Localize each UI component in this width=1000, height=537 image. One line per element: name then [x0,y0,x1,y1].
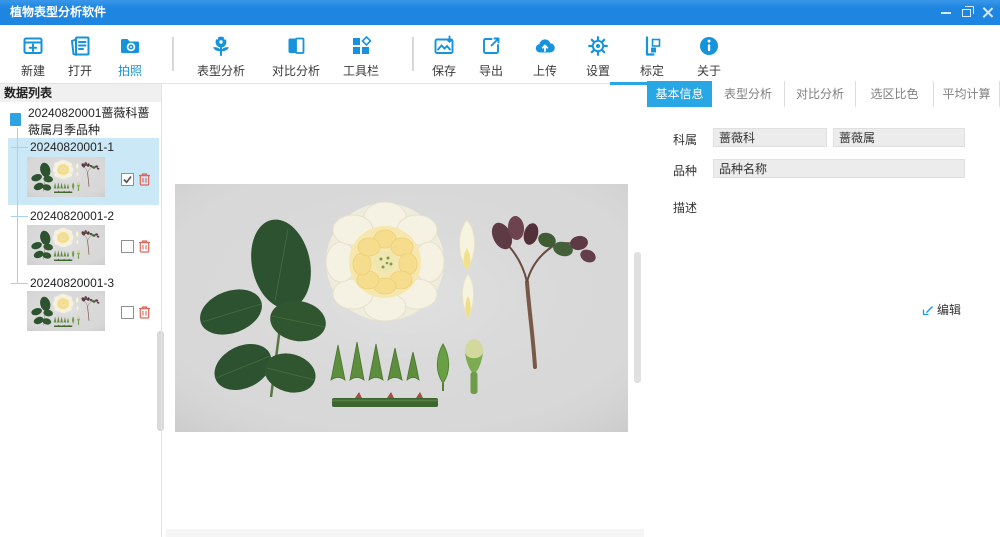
restore-icon [962,9,971,17]
save-image-icon [420,31,468,61]
delete-item-icon[interactable] [138,172,151,186]
window-controls [935,0,998,25]
check-icon [122,174,133,185]
camera-icon [106,31,154,61]
tab-region-color[interactable]: 选区比色 [855,81,933,107]
phenotype-analysis-button[interactable]: 表型分析 [189,31,253,79]
toolbar-label: 打开 [56,62,104,79]
variety-field[interactable] [713,159,965,178]
save-button[interactable]: 保存 [420,31,468,79]
minimize-icon [941,12,951,14]
open-button[interactable]: 打开 [56,31,104,79]
export-button[interactable]: 导出 [467,31,515,79]
close-icon [982,7,993,18]
toolbar-label: 保存 [420,62,468,79]
panel-divider [161,84,162,537]
specimen-thumbnail[interactable] [27,291,105,331]
toolbar-label: 导出 [467,62,515,79]
item-checkbox-unchecked[interactable] [121,306,134,319]
list-item-label[interactable]: 20240820001-1 [30,140,114,154]
tree-line [17,128,18,284]
variety-label: 品种 [673,162,697,179]
title-bar: 植物表型分析软件 [0,0,1000,25]
calibrate-button[interactable]: 标定 [628,31,676,79]
main-vertical-scrollbar-thumb[interactable] [634,252,641,383]
data-list-header: 数据列表 [0,84,161,102]
about-button[interactable]: 关于 [685,31,733,79]
tree-tick [11,283,28,284]
item-checkbox-unchecked[interactable] [121,240,134,253]
toolbar-separator [412,37,414,71]
tree-root-icon[interactable] [10,113,21,126]
new-button[interactable]: 新建 [9,31,57,79]
compare-book-icon [264,31,328,61]
list-item-label[interactable]: 20240820001-3 [30,276,114,290]
minimize-button[interactable] [935,0,956,25]
toolbar-label: 表型分析 [189,62,253,79]
toolbar-label: 对比分析 [264,62,328,79]
description-label: 描述 [673,199,697,216]
blocks-icon [337,31,385,61]
tab-average-calc[interactable]: 平均计算 [933,81,1000,107]
toolbar-label: 新建 [9,62,57,79]
compare-analysis-button[interactable]: 对比分析 [264,31,328,79]
new-file-icon [9,31,57,61]
specimen-thumbnail[interactable] [27,225,105,265]
toolbar-label: 工具栏 [337,62,385,79]
close-button[interactable] [977,0,998,25]
main-horizontal-scrollbar-track[interactable] [166,529,644,537]
calibrate-icon [628,31,676,61]
open-file-icon [56,31,104,61]
capture-button[interactable]: 拍照 [106,31,154,79]
tree-tick [11,147,28,148]
toolbar-separator [172,37,174,71]
tab-phenotype-analysis[interactable]: 表型分析 [712,81,784,107]
edit-pencil-icon [922,304,934,316]
app-title: 植物表型分析软件 [10,0,106,25]
tool-panel-button[interactable]: 工具栏 [337,31,385,79]
toolbar-label: 拍照 [106,62,154,79]
data-list-panel: 数据列表 20240820001蔷薇科蔷薇属月季品种 20240820001-1… [0,84,162,537]
toolbar-label: 关于 [685,62,733,79]
genus-field[interactable] [833,128,965,147]
toolbar-label: 上传 [521,62,569,79]
delete-item-icon[interactable] [138,239,151,253]
delete-item-icon[interactable] [138,305,151,319]
item-checkbox-checked[interactable] [121,173,134,186]
tab-compare-analysis[interactable]: 对比分析 [784,81,855,107]
family-genus-label: 科属 [673,131,697,148]
gear-icon [574,31,622,61]
upload-cloud-icon [521,31,569,61]
list-item-label[interactable]: 20240820001-2 [30,209,114,223]
properties-tab-bar: 基本信息 表型分析 对比分析 选区比色 平均计算 [647,81,1000,107]
family-field[interactable] [713,128,827,147]
export-icon [467,31,515,61]
toolbar-label: 标定 [628,62,676,79]
tree-tick [11,216,28,217]
toolbar-label: 设置 [574,62,622,79]
specimen-thumbnail[interactable] [27,157,105,197]
settings-button[interactable]: 设置 [574,31,622,79]
edit-link[interactable]: 编辑 [922,301,961,318]
edit-link-label: 编辑 [937,301,961,318]
specimen-photo[interactable] [175,184,628,432]
toolbar: 新建 打开 拍照 表型分析 对比分析 [0,25,1000,84]
info-icon [685,31,733,61]
tab-basic-info[interactable]: 基本信息 [647,81,712,107]
upload-button[interactable]: 上传 [521,31,569,79]
tree-root-label[interactable]: 20240820001蔷薇科蔷薇属月季品种 [28,105,160,139]
restore-button[interactable] [956,0,977,25]
flower-icon [189,31,253,61]
